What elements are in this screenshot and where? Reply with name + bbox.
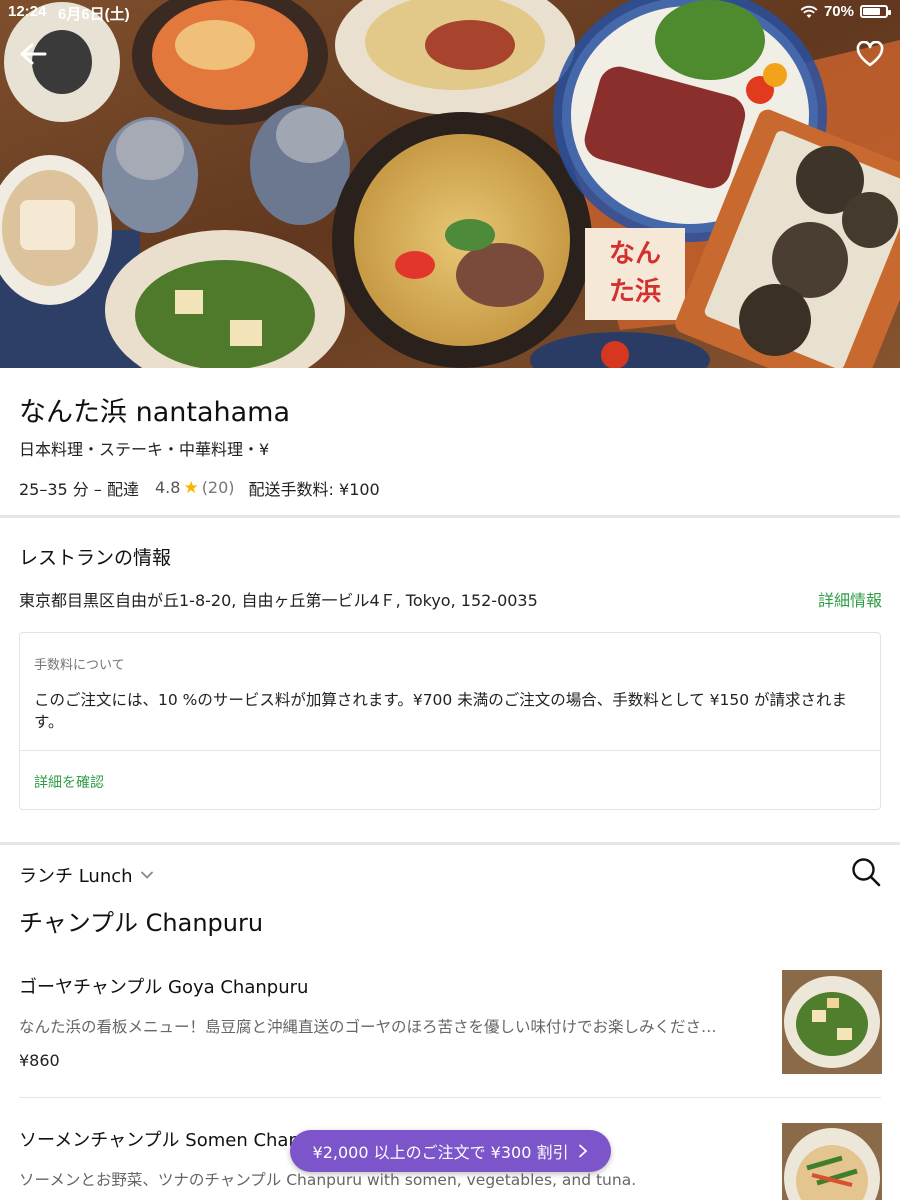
cuisine-list: 日本料理・ステーキ・中華料理・¥ xyxy=(19,440,270,459)
menu-item-photo xyxy=(782,970,882,1074)
svg-text:た浜: た浜 xyxy=(609,277,661,307)
arrow-left-icon xyxy=(20,43,47,65)
delivery-meta: 25–35 分 – 配達 4.8 ★ (20) 配送手数料: ¥100 xyxy=(19,476,380,500)
battery-icon xyxy=(860,5,891,18)
status-time: 12:24 xyxy=(8,3,47,20)
chevron-right-icon xyxy=(579,1144,588,1158)
fee-card-title: 手数料について xyxy=(34,658,125,673)
delivery-fee: 配送手数料: ¥100 xyxy=(248,480,380,499)
hero-image: なん た浜 12:24 6月6日(土) 70% xyxy=(0,0,900,368)
goya-chanpuru-photo xyxy=(782,970,882,1074)
menu-search-button[interactable] xyxy=(850,856,882,888)
fee-card-body: このご注文には、10 %のサービス料が加算されます。¥700 未満のご注文の場合… xyxy=(34,691,848,731)
promo-text: ¥2,000 以上のご注文で ¥300 割引 xyxy=(312,1143,569,1162)
battery-percent: 70% xyxy=(823,3,854,20)
somen-chanpuru-photo xyxy=(782,1123,882,1200)
fee-info-card: 手数料について このご注文には、10 %のサービス料が加算されます。¥700 未… xyxy=(19,632,881,810)
svg-text:なん: なん xyxy=(609,239,661,269)
restaurant-header: なんた浜 nantahama 日本料理・ステーキ・中華料理・¥ 25–35 分 … xyxy=(0,368,900,518)
promo-banner-button[interactable]: ¥2,000 以上のご注文で ¥300 割引 xyxy=(290,1130,611,1172)
food-spread-illustration: なん た浜 xyxy=(0,0,900,368)
menu-selector-label: ランチ Lunch xyxy=(19,866,133,887)
rating-count: (20) xyxy=(201,478,235,497)
back-button[interactable] xyxy=(13,34,53,74)
restaurant-info-title: レストランの情報 xyxy=(19,547,172,569)
menu-item-price: ¥860 xyxy=(19,1051,60,1070)
rating-value: 4.8 xyxy=(154,478,181,497)
item-divider xyxy=(19,1097,881,1098)
menu-item-name: ゴーヤチャンプル Goya Chanpuru xyxy=(19,977,309,998)
rating: 4.8 ★ (20) xyxy=(155,478,235,498)
menu-item-photo xyxy=(782,1123,882,1200)
fee-details-link[interactable]: 詳細を確認 xyxy=(34,772,104,792)
menu-selector[interactable]: ランチ Lunch xyxy=(19,862,153,888)
restaurant-name: なんた浜 nantahama xyxy=(19,397,290,428)
star-icon: ★ xyxy=(183,478,199,498)
heart-icon xyxy=(856,41,884,67)
fee-card-divider xyxy=(20,750,880,751)
section-divider xyxy=(0,515,900,518)
favorite-button[interactable] xyxy=(850,34,890,74)
section-divider xyxy=(0,842,900,845)
wifi-icon xyxy=(800,5,818,18)
menu-item-description: なんた浜の看板メニュー！島豆腐と沖縄直送のゴーヤのほろ苦さを優しい味付けでお楽し… xyxy=(19,1018,717,1036)
status-date: 6月6日(土) xyxy=(58,6,130,23)
status-bar: 12:24 6月6日(土) 70% xyxy=(0,0,900,24)
delivery-time: 25–35 分 – 配達 xyxy=(19,480,139,499)
category-title: チャンプル Chanpuru xyxy=(19,909,264,937)
search-icon xyxy=(852,858,881,887)
more-info-link[interactable]: 詳細情報 xyxy=(818,587,882,611)
restaurant-address: 東京都目黒区自由が丘1-8-20, 自由ヶ丘第一ビル4Ｆ, Tokyo, 152… xyxy=(19,591,538,610)
chevron-down-icon xyxy=(140,871,153,879)
